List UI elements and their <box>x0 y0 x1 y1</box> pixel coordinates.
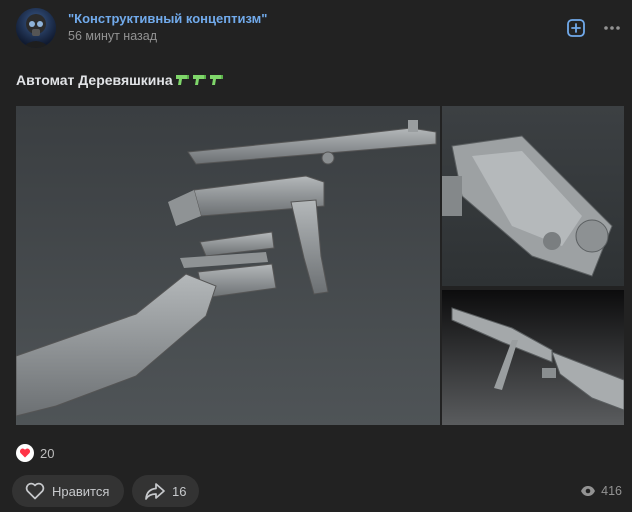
heart-reaction-badge <box>16 444 34 462</box>
post-text: Автомат Деревяшкина <box>16 72 225 88</box>
photo-receiver-closeup[interactable] <box>442 106 624 286</box>
like-label: Нравится <box>52 483 110 499</box>
pistol-icon <box>209 75 223 85</box>
avatar[interactable] <box>16 8 56 48</box>
reaction-count: 20 <box>40 445 55 461</box>
photo-assembled-rifle[interactable] <box>442 290 624 425</box>
heart-icon <box>25 482 45 500</box>
pistol-emojis <box>175 73 225 87</box>
more-options-button[interactable] <box>600 16 624 40</box>
share-arrow-icon <box>145 483 165 500</box>
eye-icon <box>581 486 596 496</box>
views-counter: 416 <box>580 484 622 498</box>
pistol-icon <box>175 75 189 85</box>
photo-exploded-rifle[interactable] <box>16 106 440 425</box>
more-horizontal-icon <box>604 26 620 30</box>
post-text-content: Автомат Деревяшкина <box>16 72 173 88</box>
pistol-icon <box>192 75 206 85</box>
add-to-bookmarks-button[interactable] <box>564 16 588 40</box>
share-button[interactable]: 16 <box>132 475 199 507</box>
reactions-summary[interactable]: 20 <box>16 444 54 462</box>
share-count: 16 <box>172 483 187 499</box>
like-button[interactable]: Нравится <box>12 475 124 507</box>
views-count: 416 <box>601 484 622 498</box>
plus-square-icon <box>567 19 585 37</box>
author-name[interactable]: "Конструктивный концептизм" <box>68 11 267 26</box>
post-timestamp[interactable]: 56 минут назад <box>68 29 157 43</box>
heart-icon <box>19 448 31 458</box>
